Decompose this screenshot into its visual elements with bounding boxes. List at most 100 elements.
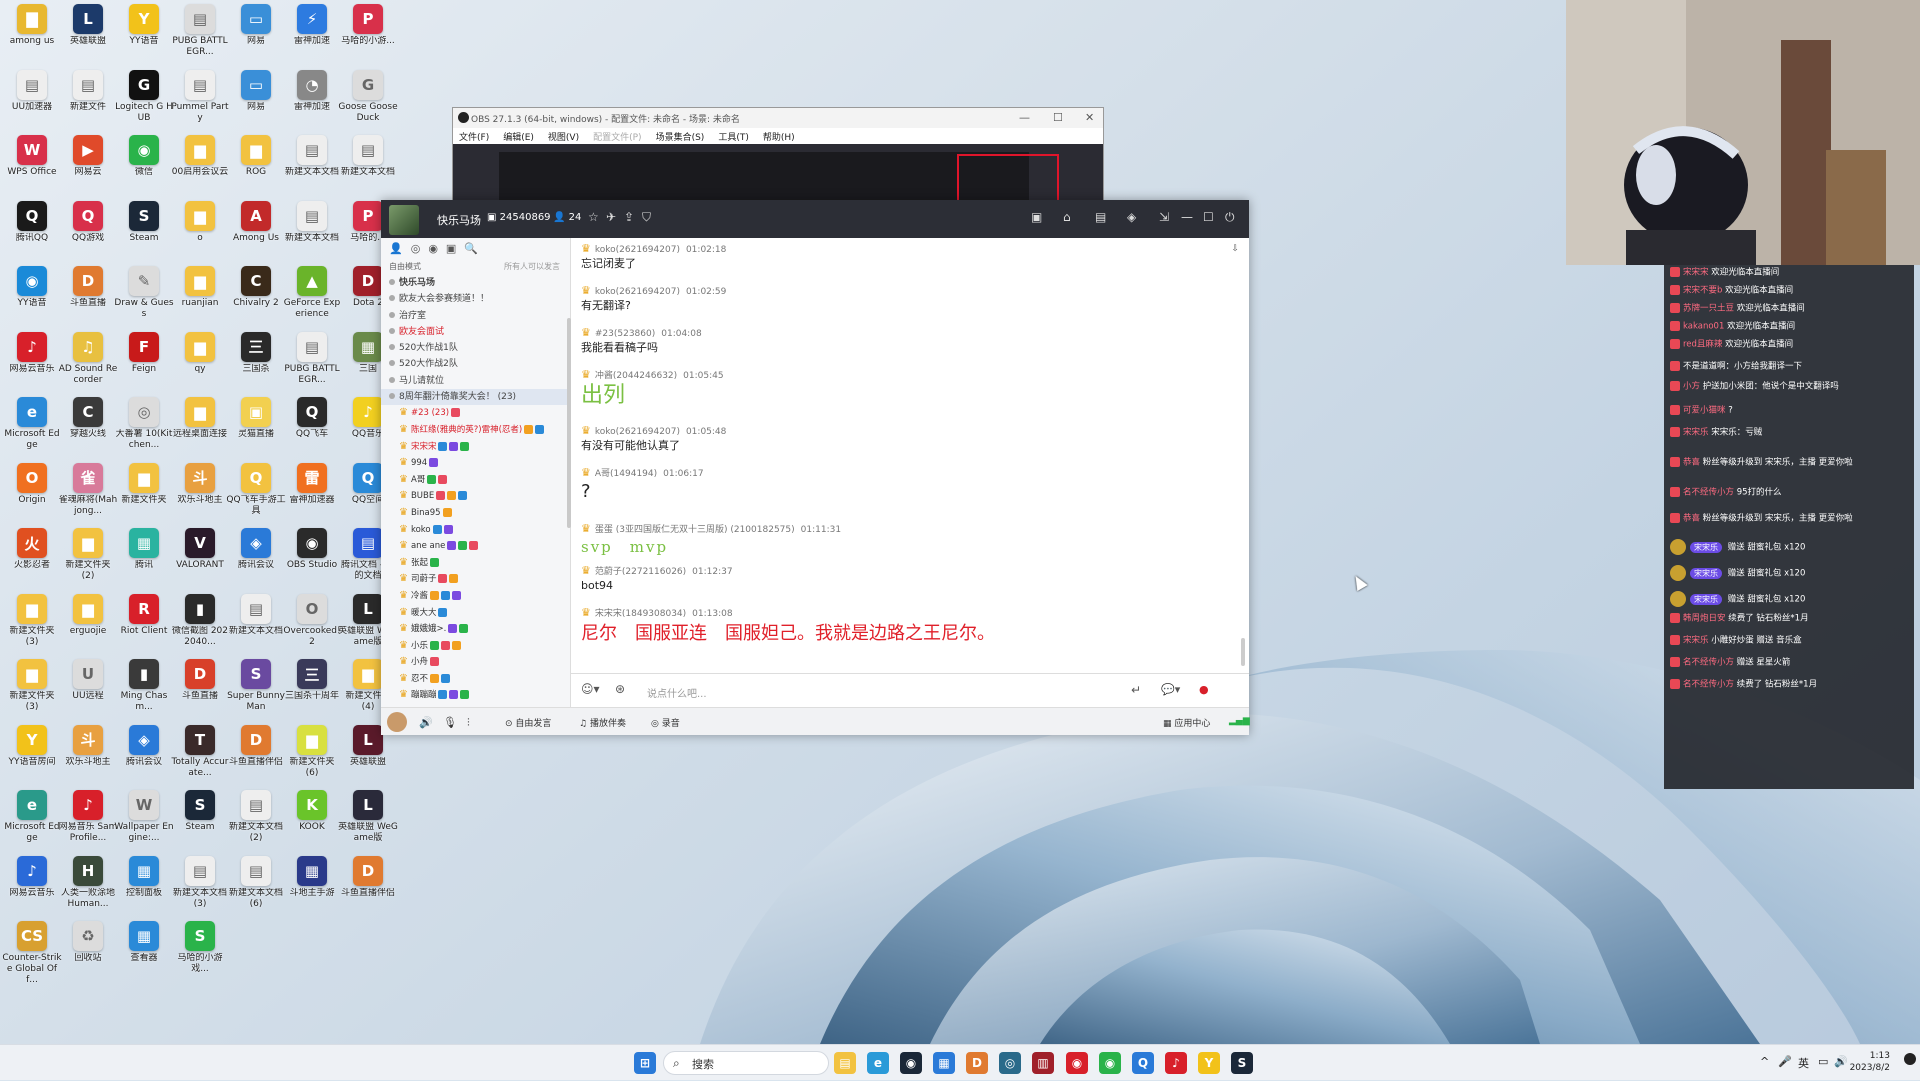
- desktop-icon[interactable]: ▤ PUBG BATTLEGR...: [170, 2, 230, 66]
- scroll-down-icon[interactable]: ⇩: [1231, 244, 1239, 254]
- member-item[interactable]: ♛ 暖大大: [381, 605, 570, 622]
- message-user[interactable]: #23(523860): [595, 329, 655, 339]
- gift-icon[interactable]: ⊛: [615, 682, 625, 696]
- yy-window[interactable]: 快乐马场 ▣ 24540869 👤 24 ☆ ✈ ⇪ ⛉ ▣ ⌂ ▤ ◈ ⇲ —…: [381, 200, 1250, 735]
- message-user[interactable]: 宋宋宋(1849308034): [595, 609, 686, 619]
- mic-icon[interactable]: 🎙: [443, 716, 457, 729]
- desktop-icon[interactable]: e Microsoft Edge: [2, 395, 62, 459]
- desktop-icon[interactable]: L 英雄联盟 WeGame版: [338, 788, 398, 852]
- desktop-icon[interactable]: ♪ 网易音乐 SamProfile...: [58, 788, 118, 852]
- member-item[interactable]: ♛ #23 (23): [381, 405, 570, 422]
- member-item[interactable]: ♛ koko: [381, 522, 570, 539]
- gamepad-icon[interactable]: ◈: [1127, 210, 1136, 224]
- desktop-icon[interactable]: G Goose Goose Duck: [338, 68, 398, 132]
- channel-item[interactable]: 520大作战2队: [381, 356, 570, 372]
- tray-volume-icon[interactable]: 🔊: [1834, 1055, 1848, 1068]
- desktop-icon[interactable]: A Among Us: [226, 199, 286, 263]
- bubble-icon[interactable]: 💬▾: [1161, 683, 1180, 696]
- send-icon[interactable]: ↵: [1131, 683, 1141, 697]
- desktop-icon[interactable]: W Wallpaper Engine:...: [114, 788, 174, 852]
- desktop-icon[interactable]: ▦ 斗地主手游: [282, 854, 342, 918]
- message-user[interactable]: 冲酱(2044246632): [595, 371, 677, 381]
- record-button[interactable]: ◎ 录音: [651, 716, 680, 729]
- member-item[interactable]: ♛ 陈红缘(雅典的英?)雷神(忍者): [381, 422, 570, 439]
- avatar[interactable]: [387, 712, 407, 732]
- desktop-icon[interactable]: ◈ 腾讯会议: [226, 526, 286, 590]
- desktop-icon[interactable]: ♪ 网易云音乐: [2, 330, 62, 394]
- desktop-icon[interactable]: ▆ ROG: [226, 133, 286, 197]
- start-button[interactable]: ⊞: [634, 1052, 656, 1074]
- obs-window[interactable]: OBS 27.1.3 (64-bit, windows) - 配置文件: 未命名…: [452, 107, 1104, 202]
- message-user[interactable]: 范蔚子(2272116026): [595, 567, 686, 577]
- desktop-icon[interactable]: V VALORANT: [170, 526, 230, 590]
- desktop-icon[interactable]: O Overcooked! 2: [282, 592, 342, 656]
- desktop-icon[interactable]: ▆ 新建文件夹: [114, 461, 174, 525]
- desktop-icon[interactable]: 三三国杀: [226, 330, 286, 394]
- desktop-icon[interactable]: ▇ among us: [2, 2, 62, 66]
- desktop-icon[interactable]: ♪ 网易云音乐: [2, 854, 62, 918]
- maximize-button[interactable]: ☐: [1053, 111, 1063, 124]
- taskbar-app-icon[interactable]: ▦: [933, 1052, 955, 1074]
- desktop-icon[interactable]: ▦ 查看器: [114, 919, 174, 983]
- desktop-icon[interactable]: S Steam: [170, 788, 230, 852]
- desktop-icon[interactable]: ▦ 腾讯: [114, 526, 174, 590]
- desktop-icon[interactable]: ▭ 网易: [226, 68, 286, 132]
- message-input[interactable]: 说点什么吧...: [647, 685, 707, 700]
- menu-scene-collection[interactable]: 场景集合(S): [656, 130, 705, 144]
- desktop-icon[interactable]: S 马哈的小游戏...: [170, 919, 230, 983]
- search-icon[interactable]: 🔍: [464, 242, 478, 256]
- desktop-icon[interactable]: ▆ qy: [170, 330, 230, 394]
- record-icon[interactable]: ●: [1199, 683, 1209, 696]
- desktop-icon[interactable]: ▆ 新建文件夹 (3): [2, 657, 62, 721]
- desktop-icon[interactable]: Y YY语音: [114, 2, 174, 66]
- member-item[interactable]: ♛ BUBE: [381, 488, 570, 505]
- shield-icon[interactable]: ⛉: [642, 210, 651, 225]
- member-item[interactable]: ♛ 司蔚子: [381, 571, 570, 588]
- member-item[interactable]: ♛ 张起: [381, 555, 570, 572]
- obs-preview[interactable]: [499, 152, 1029, 201]
- desktop-icon[interactable]: ▆ 新建文件夹 (3): [2, 592, 62, 656]
- desktop-icon[interactable]: Q QQ飞车手游工具: [226, 461, 286, 525]
- channel-item[interactable]: 520大作战1队: [381, 340, 570, 356]
- list-icon[interactable]: ▤: [1095, 210, 1106, 224]
- desktop-icon[interactable]: ▤ 新建文本文档 (3): [170, 854, 230, 918]
- menu-file[interactable]: 文件(F): [459, 130, 489, 144]
- desktop-icon[interactable]: ◎ 大番薯 10(Kitchen...: [114, 395, 174, 459]
- desktop-icon[interactable]: 雷雷神加速器: [282, 461, 342, 525]
- channel-item[interactable]: 欧友大会参赛频道！！: [381, 291, 570, 307]
- user-icon[interactable]: 👤: [389, 242, 403, 256]
- menu-help[interactable]: 帮助(H): [763, 130, 795, 144]
- plane-icon[interactable]: ✈: [606, 210, 616, 224]
- accompaniment-button[interactable]: ♫ 播放伴奏: [579, 716, 626, 729]
- taskbar-search[interactable]: ⌕ 搜索: [663, 1051, 829, 1075]
- desktop-icon[interactable]: Q QQ游戏: [58, 199, 118, 263]
- menu-tools[interactable]: 工具(T): [718, 130, 749, 144]
- app-center-button[interactable]: ▦ 应用中心: [1163, 716, 1210, 729]
- home-icon[interactable]: ⌂: [1063, 210, 1071, 224]
- desktop-icon[interactable]: Q 腾讯QQ: [2, 199, 62, 263]
- mixer-icon[interactable]: ⫶: [467, 716, 470, 730]
- desktop-icon[interactable]: ♻ 回收站: [58, 919, 118, 983]
- desktop-icon[interactable]: ▦ 控制面板: [114, 854, 174, 918]
- member-item[interactable]: ♛ 蹦蹦蹦: [381, 687, 570, 704]
- star-icon[interactable]: ☆: [588, 210, 599, 224]
- member-item[interactable]: ♛ 994: [381, 455, 570, 472]
- tray-network-icon[interactable]: ▭: [1818, 1055, 1828, 1068]
- power-icon[interactable]: ⏻: [1225, 210, 1235, 225]
- message-user[interactable]: koko(2621694207): [595, 245, 680, 255]
- desktop-icon[interactable]: ◔ 雷神加速: [282, 68, 342, 132]
- desktop-icon[interactable]: L 英雄联盟: [58, 2, 118, 66]
- taskbar-app-icon[interactable]: Q: [1132, 1052, 1154, 1074]
- desktop-icon[interactable]: T Totally Accurate...: [170, 723, 230, 787]
- desktop-icon[interactable]: ▤ 新建文本文档: [226, 592, 286, 656]
- member-item[interactable]: ♛ 宋宋宋: [381, 439, 570, 456]
- desktop-icon[interactable]: e Microsoft Edge: [2, 788, 62, 852]
- clock[interactable]: 1:13 2023/8/2: [1850, 1050, 1890, 1074]
- taskbar-app-icon[interactable]: ◉: [1066, 1052, 1088, 1074]
- close-button[interactable]: ✕: [1085, 111, 1094, 124]
- desktop-icon[interactable]: ▤ 新建文本文档 (2): [226, 788, 286, 852]
- notes-icon[interactable]: ▣: [446, 242, 456, 256]
- desktop-icon[interactable]: H 人类一败涂地 Human...: [58, 854, 118, 918]
- desktop-icon[interactable]: ⚡ 雷神加速: [282, 2, 342, 66]
- member-item[interactable]: ♛ 娥娥娥>.: [381, 621, 570, 638]
